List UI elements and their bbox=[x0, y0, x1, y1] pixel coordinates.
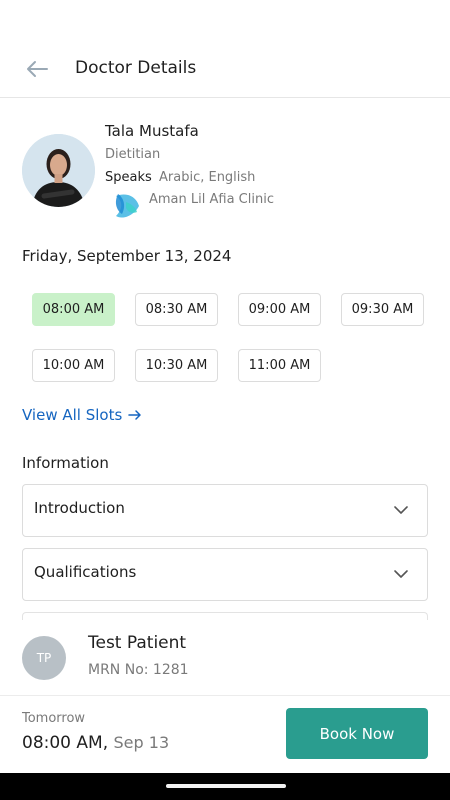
arrow-right-icon bbox=[128, 410, 142, 420]
accordion-qualifications[interactable]: Qualifications bbox=[22, 548, 428, 601]
chevron-down-icon bbox=[394, 570, 408, 578]
doctor-name: Tala Mustafa bbox=[105, 122, 199, 140]
home-indicator[interactable] bbox=[166, 784, 286, 788]
app-header: Doctor Details bbox=[0, 0, 450, 98]
time-slot[interactable]: 09:00 AM bbox=[238, 293, 321, 326]
page-title: Doctor Details bbox=[75, 58, 197, 78]
time-slot[interactable]: 10:00 AM bbox=[32, 349, 115, 382]
accordion-label: Introduction bbox=[34, 499, 125, 517]
accordion-introduction[interactable]: Introduction bbox=[22, 484, 428, 537]
information-heading: Information bbox=[22, 454, 109, 472]
clinic-logo-icon bbox=[112, 188, 142, 222]
back-button[interactable] bbox=[24, 58, 50, 80]
doctor-profile: Tala Mustafa Dietitian Speaks Arabic, En… bbox=[22, 118, 432, 218]
accordion-partial bbox=[22, 612, 428, 620]
patient-bar: TP Test Patient MRN No: 1281 bbox=[0, 620, 450, 696]
patient-avatar: TP bbox=[22, 636, 66, 680]
booking-footer: Tomorrow 08:00 AM, Sep 13 Book Now bbox=[0, 697, 450, 773]
clinic-name: Aman Lil Afia Clinic bbox=[149, 192, 274, 207]
schedule-date: Friday, September 13, 2024 bbox=[22, 247, 232, 265]
time-slot[interactable]: 09:30 AM bbox=[341, 293, 424, 326]
booking-day: Tomorrow bbox=[22, 711, 86, 726]
booking-date: Sep 13 bbox=[113, 733, 170, 752]
view-all-slots-link[interactable]: View All Slots bbox=[22, 406, 142, 424]
doctor-avatar bbox=[22, 134, 95, 207]
chevron-down-icon bbox=[394, 506, 408, 514]
patient-name: Test Patient bbox=[88, 633, 187, 653]
accordion-label: Qualifications bbox=[34, 563, 137, 581]
book-now-button[interactable]: Book Now bbox=[286, 708, 428, 759]
booking-time: 08:00 AM, bbox=[22, 733, 109, 753]
time-slot[interactable]: 08:00 AM bbox=[32, 293, 115, 326]
booking-time-row: 08:00 AM, Sep 13 bbox=[22, 733, 169, 753]
doctor-specialty: Dietitian bbox=[105, 147, 161, 162]
patient-mrn: MRN No: 1281 bbox=[88, 662, 189, 678]
arrow-left-icon bbox=[27, 61, 48, 77]
time-slot[interactable]: 11:00 AM bbox=[238, 349, 321, 382]
time-slot[interactable]: 10:30 AM bbox=[135, 349, 218, 382]
doctor-languages: Arabic, English bbox=[159, 170, 256, 185]
speaks-label: Speaks bbox=[105, 170, 152, 185]
system-nav-bar bbox=[0, 773, 450, 800]
view-all-slots-label: View All Slots bbox=[22, 406, 123, 424]
time-slot[interactable]: 08:30 AM bbox=[135, 293, 218, 326]
